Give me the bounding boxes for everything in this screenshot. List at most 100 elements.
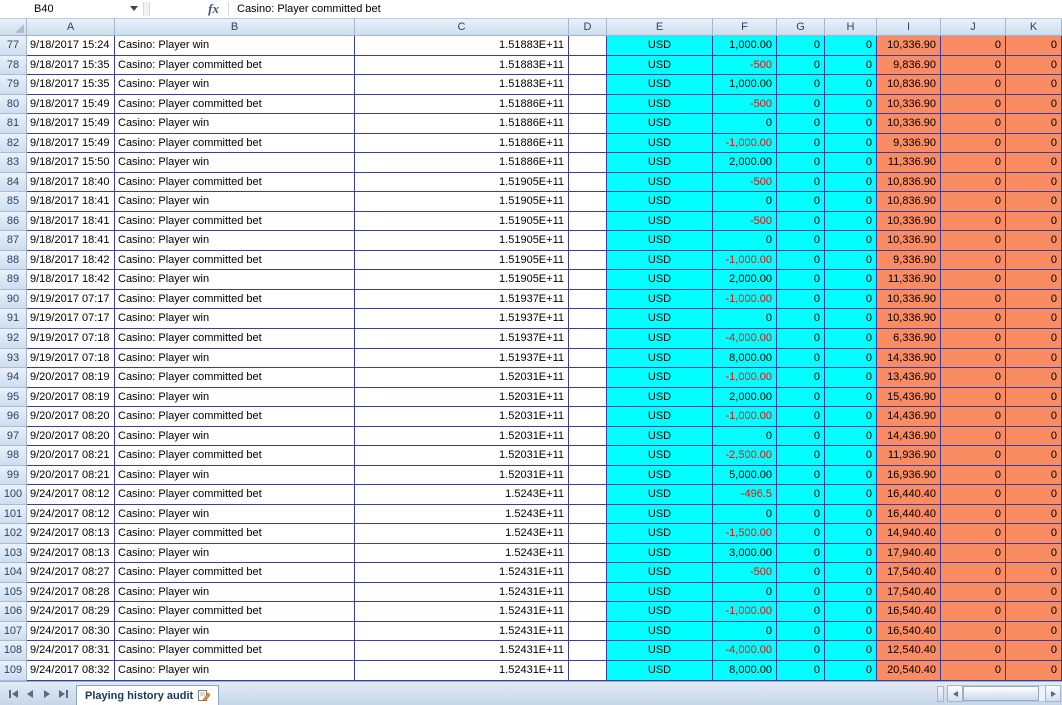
cell-C78[interactable]: 1.51883E+11 xyxy=(355,56,569,76)
cell-G101[interactable]: 0 xyxy=(777,505,825,525)
cell-J88[interactable]: 0 xyxy=(941,251,1006,271)
cell-D83[interactable] xyxy=(569,153,607,173)
cell-C108[interactable]: 1.52431E+11 xyxy=(355,641,569,661)
cell-H85[interactable]: 0 xyxy=(825,192,877,212)
cell-C91[interactable]: 1.51937E+11 xyxy=(355,309,569,329)
cell-I85[interactable]: 10,836.90 xyxy=(877,192,941,212)
cell-D84[interactable] xyxy=(569,173,607,193)
cell-D105[interactable] xyxy=(569,583,607,603)
column-header-B[interactable]: B xyxy=(115,19,355,36)
cell-C109[interactable]: 1.52431E+11 xyxy=(355,661,569,681)
cell-I104[interactable]: 17,540.40 xyxy=(877,563,941,583)
cell-H99[interactable]: 0 xyxy=(825,466,877,486)
cell-K92[interactable]: 0 xyxy=(1006,329,1062,349)
cell-C83[interactable]: 1.51886E+11 xyxy=(355,153,569,173)
row-header-105[interactable]: 105 xyxy=(0,583,27,603)
cell-I90[interactable]: 10,336.90 xyxy=(877,290,941,310)
cell-H84[interactable]: 0 xyxy=(825,173,877,193)
cell-E83[interactable]: USD xyxy=(607,153,713,173)
cell-B100[interactable]: Casino: Player committed bet xyxy=(115,485,355,505)
cell-G99[interactable]: 0 xyxy=(777,466,825,486)
cell-E109[interactable]: USD xyxy=(607,661,713,681)
cell-H77[interactable]: 0 xyxy=(825,36,877,56)
cell-I103[interactable]: 17,940.40 xyxy=(877,544,941,564)
cell-E107[interactable]: USD xyxy=(607,622,713,642)
cell-K107[interactable]: 0 xyxy=(1006,622,1062,642)
cell-I98[interactable]: 11,936.90 xyxy=(877,446,941,466)
cell-K89[interactable]: 0 xyxy=(1006,270,1062,290)
cell-A86[interactable]: 9/18/2017 18:41 xyxy=(27,212,115,232)
cell-F97[interactable]: 0 xyxy=(713,427,777,447)
row-header-107[interactable]: 107 xyxy=(0,622,27,642)
cell-G91[interactable]: 0 xyxy=(777,309,825,329)
cell-I80[interactable]: 10,336.90 xyxy=(877,95,941,115)
cell-K85[interactable]: 0 xyxy=(1006,192,1062,212)
cell-D91[interactable] xyxy=(569,309,607,329)
cell-D101[interactable] xyxy=(569,505,607,525)
cell-K104[interactable]: 0 xyxy=(1006,563,1062,583)
cell-A101[interactable]: 9/24/2017 08:12 xyxy=(27,505,115,525)
cell-G78[interactable]: 0 xyxy=(777,56,825,76)
cell-F90[interactable]: -1,000.00 xyxy=(713,290,777,310)
cell-I99[interactable]: 16,936.90 xyxy=(877,466,941,486)
cell-J93[interactable]: 0 xyxy=(941,349,1006,369)
row-header-99[interactable]: 99 xyxy=(0,466,27,486)
cell-B102[interactable]: Casino: Player committed bet xyxy=(115,524,355,544)
first-sheet-button[interactable] xyxy=(4,685,21,703)
cell-D90[interactable] xyxy=(569,290,607,310)
cell-K94[interactable]: 0 xyxy=(1006,368,1062,388)
cell-A91[interactable]: 9/19/2017 07:17 xyxy=(27,309,115,329)
cell-H106[interactable]: 0 xyxy=(825,602,877,622)
cell-B97[interactable]: Casino: Player win xyxy=(115,427,355,447)
cell-F96[interactable]: -1,000.00 xyxy=(713,407,777,427)
row-header-96[interactable]: 96 xyxy=(0,407,27,427)
cell-I105[interactable]: 17,540.40 xyxy=(877,583,941,603)
cell-J102[interactable]: 0 xyxy=(941,524,1006,544)
column-header-F[interactable]: F xyxy=(713,19,777,36)
cell-C90[interactable]: 1.51937E+11 xyxy=(355,290,569,310)
cell-H87[interactable]: 0 xyxy=(825,231,877,251)
cell-H78[interactable]: 0 xyxy=(825,56,877,76)
cell-D99[interactable] xyxy=(569,466,607,486)
cell-G92[interactable]: 0 xyxy=(777,329,825,349)
scrollbar-thumb[interactable] xyxy=(963,686,1039,701)
cell-K93[interactable]: 0 xyxy=(1006,349,1062,369)
cell-F109[interactable]: 8,000.00 xyxy=(713,661,777,681)
cell-F83[interactable]: 2,000.00 xyxy=(713,153,777,173)
cell-E101[interactable]: USD xyxy=(607,505,713,525)
cell-B85[interactable]: Casino: Player win xyxy=(115,192,355,212)
cell-B82[interactable]: Casino: Player committed bet xyxy=(115,134,355,154)
cell-F84[interactable]: -500 xyxy=(713,173,777,193)
cell-C106[interactable]: 1.52431E+11 xyxy=(355,602,569,622)
name-box-dropdown-icon[interactable] xyxy=(130,6,138,11)
cell-C103[interactable]: 1.5243E+11 xyxy=(355,544,569,564)
cell-A102[interactable]: 9/24/2017 08:13 xyxy=(27,524,115,544)
scroll-right-button[interactable] xyxy=(1045,685,1061,702)
cell-G94[interactable]: 0 xyxy=(777,368,825,388)
cell-J107[interactable]: 0 xyxy=(941,622,1006,642)
cell-A84[interactable]: 9/18/2017 18:40 xyxy=(27,173,115,193)
formula-input[interactable]: Casino: Player committed bet xyxy=(229,0,1062,18)
cell-A77[interactable]: 9/18/2017 15:24 xyxy=(27,36,115,56)
cell-E79[interactable]: USD xyxy=(607,75,713,95)
cell-F91[interactable]: 0 xyxy=(713,309,777,329)
cell-A80[interactable]: 9/18/2017 15:49 xyxy=(27,95,115,115)
cell-H92[interactable]: 0 xyxy=(825,329,877,349)
cell-C84[interactable]: 1.51905E+11 xyxy=(355,173,569,193)
cell-J95[interactable]: 0 xyxy=(941,388,1006,408)
cell-A82[interactable]: 9/18/2017 15:49 xyxy=(27,134,115,154)
cell-F79[interactable]: 1,000.00 xyxy=(713,75,777,95)
cell-A94[interactable]: 9/20/2017 08:19 xyxy=(27,368,115,388)
cell-B106[interactable]: Casino: Player committed bet xyxy=(115,602,355,622)
cell-I94[interactable]: 13,436.90 xyxy=(877,368,941,388)
cell-E94[interactable]: USD xyxy=(607,368,713,388)
row-header-79[interactable]: 79 xyxy=(0,75,27,95)
cell-K77[interactable]: 0 xyxy=(1006,36,1062,56)
cell-A85[interactable]: 9/18/2017 18:41 xyxy=(27,192,115,212)
cell-K79[interactable]: 0 xyxy=(1006,75,1062,95)
cell-H109[interactable]: 0 xyxy=(825,661,877,681)
cell-G90[interactable]: 0 xyxy=(777,290,825,310)
cell-A93[interactable]: 9/19/2017 07:18 xyxy=(27,349,115,369)
cell-J99[interactable]: 0 xyxy=(941,466,1006,486)
row-header-82[interactable]: 82 xyxy=(0,134,27,154)
